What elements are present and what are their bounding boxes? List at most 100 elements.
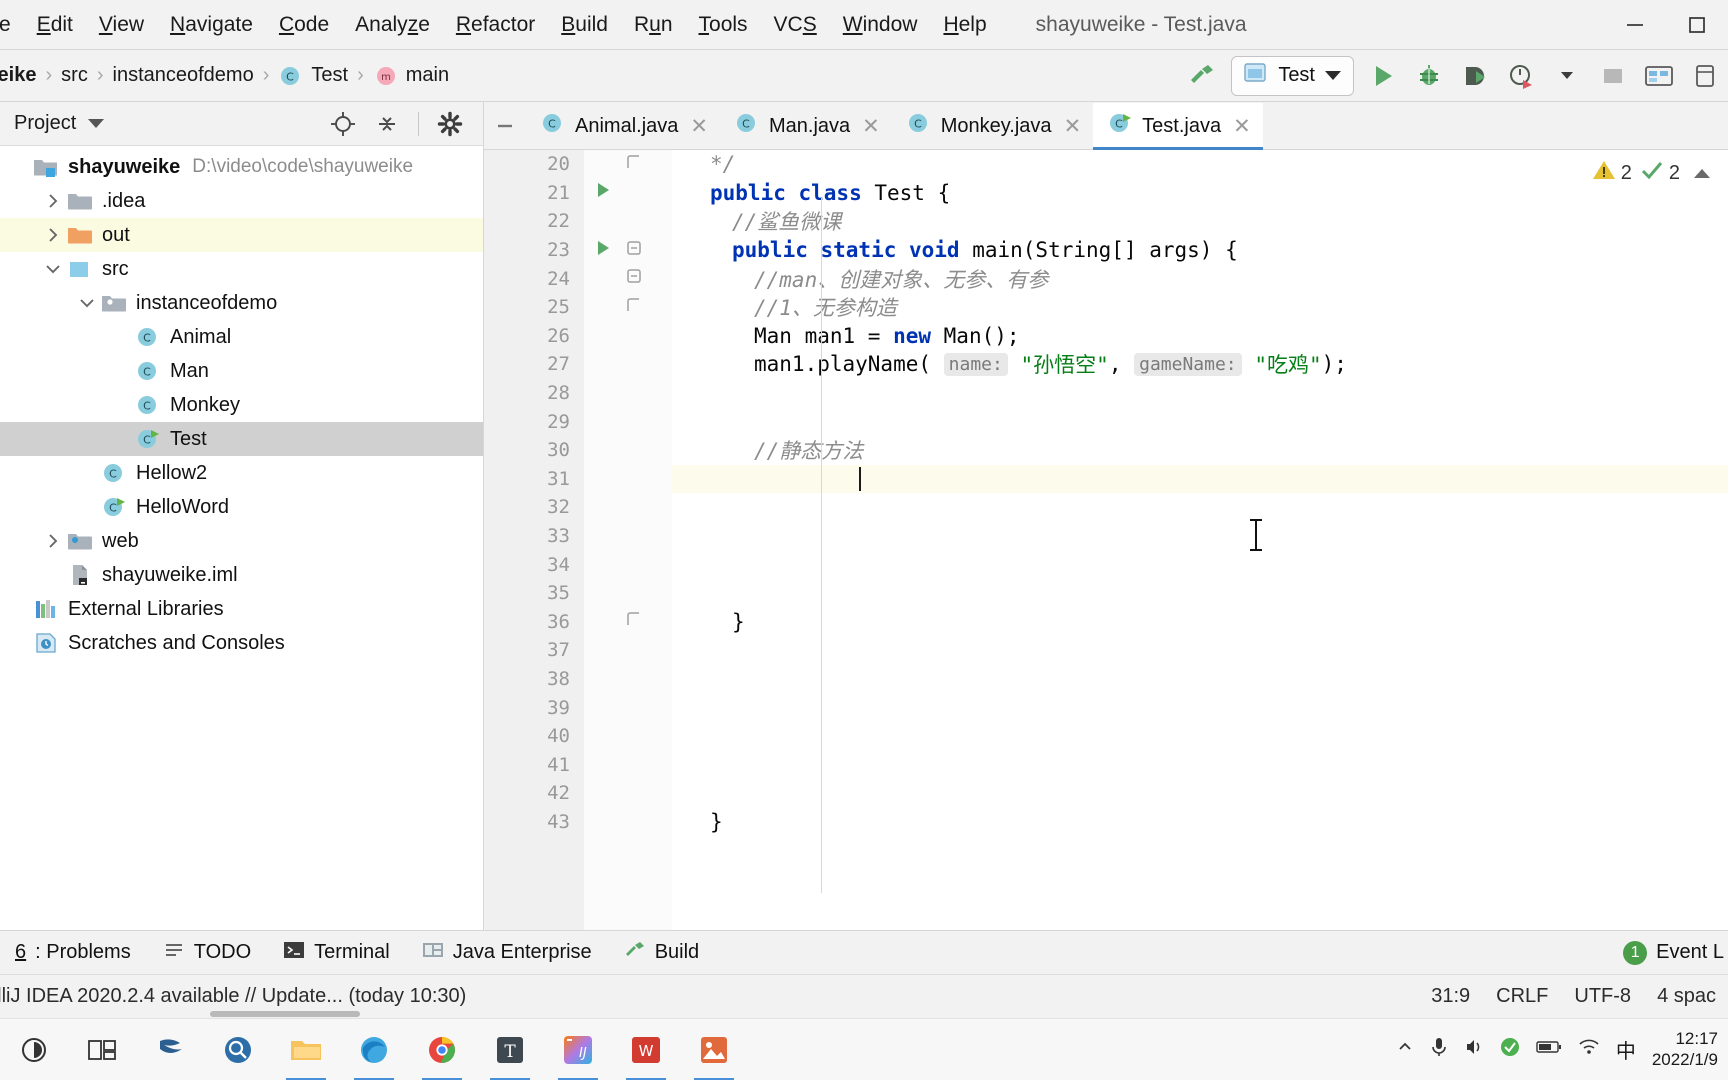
editor-tab-animal-java[interactable]: C Animal.java ✕: [526, 103, 720, 149]
code-line[interactable]: [672, 379, 1728, 408]
code-line[interactable]: [672, 665, 1728, 694]
editor-tab-man-java[interactable]: C Man.java ✕: [720, 103, 892, 149]
breadcrumb-item-src[interactable]: src: [61, 64, 88, 87]
run-gutter-icon[interactable]: [594, 181, 612, 204]
tree-item-monkey[interactable]: C Monkey: [0, 388, 483, 422]
status-message[interactable]: elliJ IDEA 2020.2.4 available // Update.…: [0, 985, 466, 1008]
editor-tab-monkey-java[interactable]: C Monkey.java ✕: [892, 103, 1093, 149]
project-tree[interactable]: shayuweike D:\video\code\shayuweike .idea o…: [0, 146, 483, 930]
code-line[interactable]: //1、无参构造: [672, 293, 1728, 322]
shield-icon[interactable]: [1500, 1037, 1520, 1062]
tool-window-java-enterprise[interactable]: Java Enterprise: [407, 933, 607, 973]
code-line[interactable]: [672, 693, 1728, 722]
volume-icon[interactable]: [1464, 1037, 1484, 1062]
menu-item-tools[interactable]: Tools: [686, 10, 761, 39]
code-line[interactable]: //静态方法: [672, 436, 1728, 465]
run-gutter-icon[interactable]: [594, 239, 612, 262]
tree-item-shayuweike[interactable]: shayuweike D:\video\code\shayuweike: [0, 150, 483, 184]
taskbar-file-explorer[interactable]: [272, 1019, 340, 1080]
taskbar-app-s[interactable]: [136, 1019, 204, 1080]
tree-item-shayuweike-iml[interactable]: shayuweike.iml: [0, 558, 483, 592]
profiler-button[interactable]: [1498, 54, 1544, 98]
fold-collapse-icon[interactable]: [626, 267, 642, 290]
maximize-icon[interactable]: [1666, 1, 1728, 49]
tree-item-scratches-and-consoles[interactable]: Scratches and Consoles: [0, 626, 483, 660]
editor-tab-test-java[interactable]: C Test.java ✕: [1093, 103, 1263, 150]
fold-collapse-icon[interactable]: [626, 239, 642, 262]
event-log-label[interactable]: Event L: [1656, 941, 1724, 964]
chevron-up-icon[interactable]: [1694, 168, 1710, 178]
mic-icon[interactable]: [1430, 1036, 1448, 1063]
encoding[interactable]: UTF-8: [1574, 985, 1631, 1008]
menu-item-view[interactable]: View: [86, 10, 157, 39]
menu-item-refactor[interactable]: Refactor: [443, 10, 548, 39]
task-view-button[interactable]: [68, 1019, 136, 1080]
code-line[interactable]: [672, 407, 1728, 436]
close-icon[interactable]: ✕: [862, 114, 880, 139]
code-line[interactable]: [672, 579, 1728, 608]
fold-end-icon[interactable]: [626, 296, 642, 319]
inspection-warnings[interactable]: 2: [1592, 158, 1632, 188]
tree-item-test[interactable]: C Test: [0, 422, 483, 456]
chevron-up-icon[interactable]: [1396, 1038, 1414, 1061]
tree-item-src[interactable]: src: [0, 252, 483, 286]
tool-window-todo[interactable]: TODO: [148, 933, 266, 973]
code-line[interactable]: public static void main(String[] args) {: [672, 236, 1728, 265]
chevron-down-icon[interactable]: [74, 294, 100, 312]
fold-end-icon[interactable]: [626, 610, 642, 633]
ime-indicator[interactable]: 中: [1616, 1035, 1636, 1064]
tool-window-6--problems[interactable]: 6: Problems: [0, 933, 146, 973]
settings-icon-right[interactable]: [1682, 54, 1728, 98]
battery-icon[interactable]: [1536, 1039, 1562, 1060]
tree-item-hellow2[interactable]: C Hellow2: [0, 456, 483, 490]
debug-button[interactable]: [1406, 54, 1452, 98]
close-icon[interactable]: ✕: [1233, 114, 1251, 139]
menu-item-e[interactable]: e: [0, 10, 24, 39]
taskbar-edge[interactable]: [340, 1019, 408, 1080]
collapse-all-icon[interactable]: [368, 106, 406, 142]
close-icon[interactable]: ✕: [690, 114, 708, 139]
indent-setting[interactable]: 4 spac: [1657, 985, 1716, 1008]
chevron-right-icon[interactable]: [40, 192, 66, 210]
locate-icon[interactable]: [324, 106, 362, 142]
horizontal-scrollbar[interactable]: [210, 1011, 360, 1017]
tree-item-man[interactable]: C Man: [0, 354, 483, 388]
tool-window-build[interactable]: Build: [609, 933, 714, 973]
tree-item-external-libraries[interactable]: External Libraries: [0, 592, 483, 626]
menu-item-vcs[interactable]: VCS: [761, 10, 830, 39]
inspection-ok[interactable]: 2: [1640, 158, 1680, 188]
code-line[interactable]: [672, 522, 1728, 551]
network-icon[interactable]: [1578, 1038, 1600, 1061]
start-button[interactable]: [0, 1019, 68, 1080]
chevron-down-icon[interactable]: [40, 260, 66, 278]
code-line[interactable]: [672, 464, 1728, 494]
breadcrumb-item-test[interactable]: C Test: [278, 63, 348, 89]
code-line[interactable]: //man、创建对象、无参、有参: [672, 264, 1728, 293]
breadcrumb-item-main[interactable]: m main: [373, 63, 449, 89]
menu-item-window[interactable]: Window: [830, 10, 931, 39]
inspection-widget[interactable]: 2 2: [1592, 158, 1710, 188]
tree-item-web[interactable]: web: [0, 524, 483, 558]
tree-item--idea[interactable]: .idea: [0, 184, 483, 218]
taskbar-clock[interactable]: 12:17 2022/1/9: [1652, 1029, 1718, 1070]
menu-item-help[interactable]: Help: [930, 10, 999, 39]
tree-item-helloword[interactable]: C HelloWord: [0, 490, 483, 524]
menu-item-navigate[interactable]: Navigate: [157, 10, 266, 39]
hide-tabs-icon[interactable]: [484, 103, 526, 149]
tree-item-out[interactable]: out: [0, 218, 483, 252]
code-line[interactable]: Man man1 = new Man();: [672, 322, 1728, 351]
code-line[interactable]: [672, 636, 1728, 665]
code-line[interactable]: }: [672, 608, 1728, 637]
menu-item-code[interactable]: Code: [266, 10, 342, 39]
close-icon[interactable]: ✕: [1064, 114, 1082, 139]
taskbar-photos[interactable]: [680, 1019, 748, 1080]
code-line[interactable]: }: [672, 808, 1728, 837]
code-editor[interactable]: 20 21 22 23 24 25 26 27 28 29 30 31 32 33 34 35 36 37 38 39…: [484, 150, 1728, 930]
tree-item-instanceofdemo[interactable]: instanceofdemo: [0, 286, 483, 320]
code-line[interactable]: [672, 550, 1728, 579]
line-separator[interactable]: CRLF: [1496, 985, 1548, 1008]
chevron-down-icon[interactable]: [88, 119, 105, 128]
code-line[interactable]: [672, 493, 1728, 522]
menu-item-edit[interactable]: Edit: [24, 10, 86, 39]
gear-icon[interactable]: [431, 106, 469, 142]
